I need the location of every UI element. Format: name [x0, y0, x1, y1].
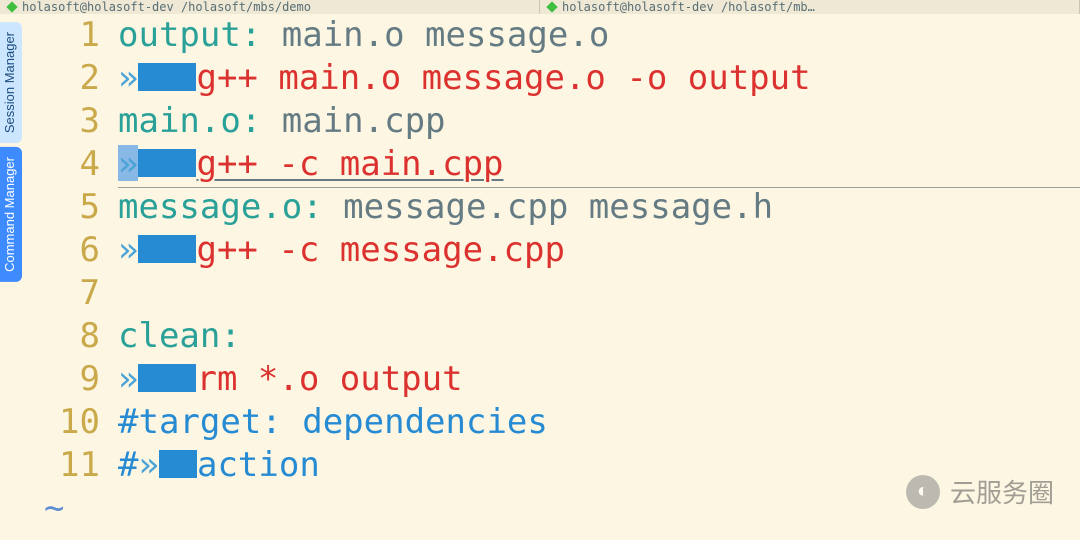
terminal-tab-1[interactable]: holasoft@holasoft-dev /holasoft/mbs/demo	[0, 0, 540, 14]
tab-chevron-icon: »	[118, 58, 138, 98]
end-of-buffer-tilde: ~	[22, 487, 118, 530]
line-number: 2	[22, 57, 118, 100]
make-recipe: rm *.o output	[196, 359, 462, 399]
line-number: 1	[22, 14, 118, 57]
watermark: ◐ 云服务圈	[906, 473, 1054, 510]
code-line[interactable]: main.o: main.cpp	[118, 100, 1080, 143]
tab-chevron-icon: »	[138, 445, 158, 485]
make-recipe: g++ -c main.cpp	[196, 144, 503, 184]
line-number: 4	[22, 143, 118, 186]
line-number-gutter: 1 2 3 4 5 6 7 8 9 10 11 ~	[22, 14, 118, 540]
line-number: 3	[22, 100, 118, 143]
line-number: 10	[22, 401, 118, 444]
tab-whitespace-icon	[138, 149, 196, 177]
make-recipe: g++ main.o message.o -o output	[196, 58, 810, 98]
code-line[interactable]: » g++ main.o message.o -o output	[118, 57, 1080, 100]
code-line[interactable]: #target: dependencies	[118, 401, 1080, 444]
line-number: 5	[22, 186, 118, 229]
code-line-current[interactable]: » g++ -c main.cpp	[118, 143, 1080, 186]
tab-whitespace-icon	[159, 450, 197, 478]
tab-chevron-icon: »	[118, 230, 138, 270]
watermark-icon: ◐	[906, 475, 940, 509]
line-number: 9	[22, 358, 118, 401]
line-number: 6	[22, 229, 118, 272]
tab-label: holasoft@holasoft-dev /holasoft/mb…	[562, 0, 815, 14]
tab-status-icon	[546, 1, 557, 12]
tab-label: holasoft@holasoft-dev /holasoft/mbs/demo	[22, 0, 311, 14]
code-editor[interactable]: 1 2 3 4 5 6 7 8 9 10 11 ~ output: main.o…	[22, 14, 1080, 540]
line-number: 7	[22, 272, 118, 315]
code-line[interactable]: output: main.o message.o	[118, 14, 1080, 57]
make-deps: main.cpp	[261, 101, 445, 141]
make-target: message.o:	[118, 187, 323, 227]
make-comment: action	[197, 445, 320, 485]
make-deps: message.cpp message.h	[323, 187, 773, 227]
tab-chevron-icon: »	[118, 359, 138, 399]
side-tool-tabs: Session Manager Command Manager	[0, 22, 22, 282]
make-target: main.o:	[118, 101, 261, 141]
tab-chevron-icon: »	[118, 144, 138, 184]
top-tab-bar: holasoft@holasoft-dev /holasoft/mbs/demo…	[0, 0, 1080, 14]
make-target: output:	[118, 15, 261, 55]
tab-whitespace-icon	[138, 364, 196, 392]
line-number: 11	[22, 444, 118, 487]
session-manager-tab[interactable]: Session Manager	[0, 22, 22, 143]
make-recipe: g++ -c message.cpp	[196, 230, 564, 270]
make-target: clean:	[118, 316, 241, 356]
terminal-tab-2[interactable]: holasoft@holasoft-dev /holasoft/mb…	[540, 0, 1080, 14]
code-line[interactable]	[118, 272, 1080, 315]
make-deps: main.o message.o	[261, 15, 609, 55]
line-number: 8	[22, 315, 118, 358]
tab-status-icon	[6, 1, 17, 12]
make-comment: #	[118, 445, 138, 485]
tab-whitespace-icon	[138, 63, 196, 91]
code-line[interactable]: » g++ -c message.cpp	[118, 229, 1080, 272]
code-line[interactable]: message.o: message.cpp message.h	[118, 186, 1080, 229]
code-line[interactable]: clean:	[118, 315, 1080, 358]
command-manager-tab[interactable]: Command Manager	[0, 147, 22, 282]
tab-whitespace-icon	[138, 235, 196, 263]
code-line[interactable]: » rm *.o output	[118, 358, 1080, 401]
code-area[interactable]: output: main.o message.o » g++ main.o mes…	[118, 14, 1080, 540]
watermark-text: 云服务圈	[950, 473, 1054, 510]
make-comment: #target: dependencies	[118, 402, 548, 442]
